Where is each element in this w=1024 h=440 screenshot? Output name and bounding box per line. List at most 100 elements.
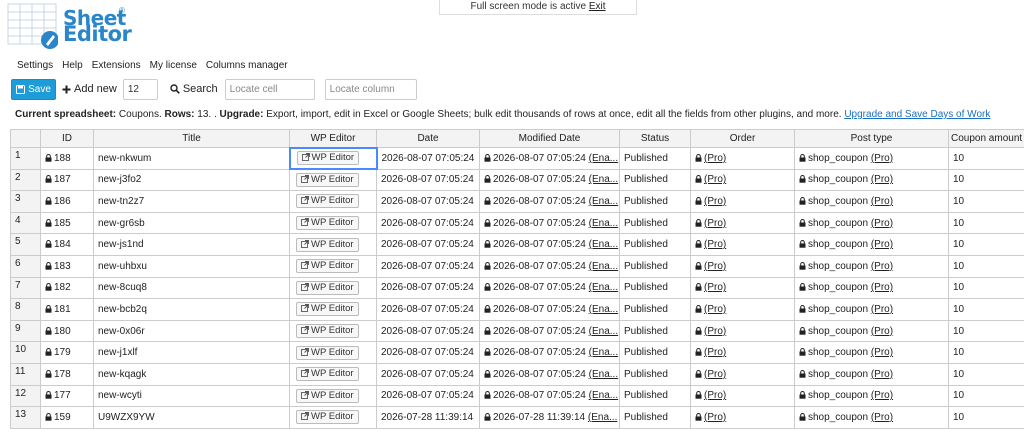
- order-pro-link[interactable]: (Pro): [704, 153, 726, 164]
- status-cell[interactable]: Published: [619, 341, 691, 364]
- status-cell[interactable]: Published: [619, 298, 691, 321]
- table-row[interactable]: 6 183 new-uhbxu WP Editor 2026-08-07 07:…: [10, 254, 1024, 278]
- order-pro-link[interactable]: (Pro): [704, 239, 726, 250]
- row-number[interactable]: 8: [10, 298, 41, 321]
- post-type-cell[interactable]: shop_coupon (Pro): [794, 147, 949, 170]
- enable-link[interactable]: (Ena...: [588, 412, 617, 423]
- id-cell[interactable]: 179: [40, 341, 94, 364]
- modified-date-cell[interactable]: 2026-08-07 07:05:24 (Ena...: [479, 384, 620, 408]
- order-cell[interactable]: (Pro): [690, 362, 795, 386]
- wp-editor-button[interactable]: WP Editor: [296, 173, 359, 188]
- post-type-pro-link[interactable]: (Pro): [871, 196, 893, 207]
- locate-column-input[interactable]: [324, 78, 417, 100]
- modified-date-cell[interactable]: 2026-08-07 07:05:24 (Ena...: [479, 319, 620, 343]
- table-row[interactable]: 8 181 new-bcb2q WP Editor 2026-08-07 07:…: [10, 298, 1024, 321]
- menu-my-license[interactable]: My license: [150, 60, 197, 71]
- enable-link[interactable]: (Ena...: [589, 390, 618, 401]
- column-header-order[interactable]: Order: [690, 129, 795, 148]
- status-cell[interactable]: Published: [619, 319, 691, 343]
- wp-editor-button[interactable]: WP Editor: [296, 237, 359, 252]
- date-cell[interactable]: 2026-08-07 07:05:24: [376, 319, 480, 343]
- post-type-pro-link[interactable]: (Pro): [871, 153, 893, 164]
- table-row[interactable]: 10 179 new-j1xlf WP Editor 2026-08-07 07…: [10, 341, 1024, 364]
- menu-help[interactable]: Help: [62, 60, 83, 71]
- menu-settings[interactable]: Settings: [17, 60, 53, 71]
- table-row[interactable]: 12 177 new-wcyti WP Editor 2026-08-07 07…: [10, 384, 1024, 408]
- id-cell[interactable]: 183: [40, 254, 94, 278]
- table-row[interactable]: 7 182 new-8cuq8 WP Editor 2026-08-07 07:…: [10, 276, 1024, 300]
- wp-editor-button[interactable]: WP Editor: [296, 324, 359, 339]
- id-cell[interactable]: 186: [40, 190, 94, 213]
- order-cell[interactable]: (Pro): [690, 147, 795, 170]
- table-row[interactable]: 9 180 new-0x06r WP Editor 2026-08-07 07:…: [10, 319, 1024, 343]
- status-cell[interactable]: Published: [619, 254, 691, 278]
- wp-editor-cell[interactable]: WP Editor: [289, 190, 377, 213]
- status-cell[interactable]: Published: [619, 211, 691, 235]
- status-cell[interactable]: Published: [619, 362, 691, 386]
- date-cell[interactable]: 2026-08-07 07:05:24: [376, 384, 480, 408]
- enable-link[interactable]: (Ena...: [589, 196, 618, 207]
- wp-editor-button[interactable]: WP Editor: [296, 410, 359, 425]
- order-cell[interactable]: (Pro): [690, 168, 795, 192]
- title-cell[interactable]: new-j3fo2: [93, 168, 290, 192]
- wp-editor-cell[interactable]: WP Editor: [289, 341, 377, 364]
- table-row[interactable]: 11 178 new-kqagk WP Editor 2026-08-07 07…: [10, 362, 1024, 386]
- date-cell[interactable]: 2026-08-07 07:05:24: [376, 233, 480, 256]
- date-cell[interactable]: 2026-08-07 07:05:24: [376, 190, 480, 213]
- modified-date-cell[interactable]: 2026-08-07 07:05:24 (Ena...: [479, 298, 620, 321]
- post-type-pro-link[interactable]: (Pro): [871, 390, 893, 401]
- wp-editor-cell[interactable]: WP Editor: [289, 298, 377, 321]
- post-type-cell[interactable]: shop_coupon (Pro): [794, 406, 949, 429]
- locate-cell-input[interactable]: [224, 78, 315, 100]
- table-row[interactable]: 4 185 new-gr6sb WP Editor 2026-08-07 07:…: [10, 211, 1024, 235]
- post-type-cell[interactable]: shop_coupon (Pro): [794, 168, 949, 192]
- column-header-date[interactable]: Date: [376, 129, 480, 148]
- table-row[interactable]: 1 188 new-nkwum WP Editor 2026-08-07 07:…: [10, 146, 1024, 171]
- title-cell[interactable]: new-uhbxu: [93, 254, 290, 278]
- id-cell[interactable]: 188: [40, 147, 94, 170]
- order-cell[interactable]: (Pro): [690, 406, 795, 429]
- menu-columns-manager[interactable]: Columns manager: [206, 60, 288, 71]
- modified-date-cell[interactable]: 2026-08-07 07:05:24 (Ena...: [479, 276, 620, 300]
- wp-editor-cell[interactable]: WP Editor: [289, 168, 377, 192]
- date-cell[interactable]: 2026-08-07 07:05:24: [376, 362, 480, 386]
- post-type-pro-link[interactable]: (Pro): [871, 174, 893, 185]
- modified-date-cell[interactable]: 2026-08-07 07:05:24 (Ena...: [479, 147, 620, 170]
- modified-date-cell[interactable]: 2026-08-07 07:05:24 (Ena...: [479, 362, 620, 386]
- title-cell[interactable]: new-wcyti: [93, 384, 290, 408]
- post-type-pro-link[interactable]: (Pro): [871, 412, 893, 423]
- title-cell[interactable]: new-bcb2q: [93, 298, 290, 321]
- coupon-amount-cell[interactable]: 10: [948, 233, 1024, 256]
- order-cell[interactable]: (Pro): [690, 384, 795, 408]
- date-cell[interactable]: 2026-07-28 11:39:14: [376, 406, 480, 429]
- row-number[interactable]: 6: [10, 254, 41, 278]
- enable-link[interactable]: (Ena...: [589, 282, 618, 293]
- upgrade-link[interactable]: Upgrade and Save Days of Work: [844, 109, 990, 120]
- row-number[interactable]: 5: [10, 233, 41, 256]
- coupon-amount-cell[interactable]: 10: [948, 147, 1024, 170]
- order-cell[interactable]: (Pro): [690, 211, 795, 235]
- enable-link[interactable]: (Ena...: [589, 153, 618, 164]
- enable-link[interactable]: (Ena...: [589, 369, 618, 380]
- wp-editor-cell[interactable]: WP Editor: [289, 276, 377, 300]
- row-number[interactable]: 4: [10, 211, 41, 235]
- date-cell[interactable]: 2026-08-07 07:05:24: [376, 298, 480, 321]
- coupon-amount-cell[interactable]: 10: [948, 362, 1024, 386]
- order-pro-link[interactable]: (Pro): [704, 304, 726, 315]
- table-row[interactable]: 2 187 new-j3fo2 WP Editor 2026-08-07 07:…: [10, 168, 1024, 192]
- title-cell[interactable]: U9WZX9YW: [93, 406, 290, 429]
- enable-link[interactable]: (Ena...: [589, 326, 618, 337]
- wp-editor-button[interactable]: WP Editor: [296, 388, 359, 403]
- coupon-amount-cell[interactable]: 10: [948, 319, 1024, 343]
- row-number[interactable]: 1: [10, 147, 41, 170]
- wp-editor-cell[interactable]: WP Editor: [289, 384, 377, 408]
- order-pro-link[interactable]: (Pro): [704, 412, 726, 423]
- post-type-pro-link[interactable]: (Pro): [871, 282, 893, 293]
- search-button[interactable]: Search: [170, 83, 218, 95]
- coupon-amount-cell[interactable]: 10: [948, 254, 1024, 278]
- wp-editor-cell[interactable]: WP Editor: [289, 406, 377, 429]
- post-type-pro-link[interactable]: (Pro): [871, 347, 893, 358]
- enable-link[interactable]: (Ena...: [589, 347, 618, 358]
- coupon-amount-cell[interactable]: 10: [948, 190, 1024, 213]
- order-pro-link[interactable]: (Pro): [704, 326, 726, 337]
